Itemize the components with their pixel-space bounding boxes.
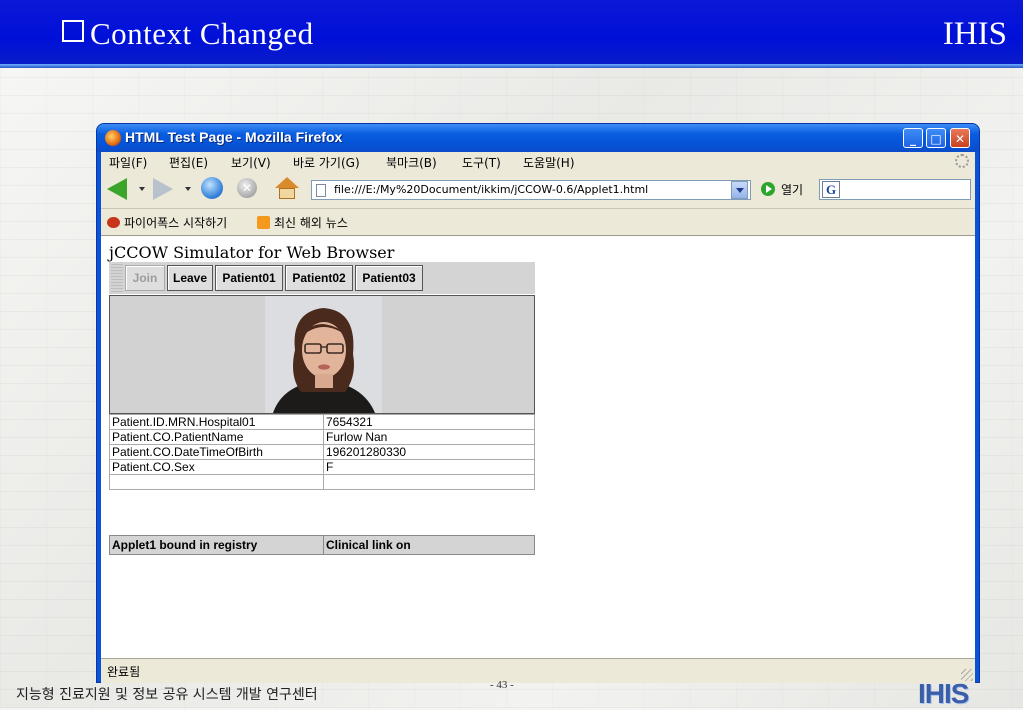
address-text: file:///E:/My%20Document/ikkim/jCCOW-0.6… (334, 183, 649, 196)
context-key: Patient.ID.MRN.Hospital01 (109, 414, 324, 430)
go-icon[interactable] (761, 182, 775, 196)
back-button[interactable] (107, 178, 127, 200)
menu-go[interactable]: 바로 가기(G) (293, 154, 360, 171)
window-title: HTML Test Page - Mozilla Firefox (125, 129, 343, 145)
clinical-link-status: Clinical link on (323, 535, 535, 555)
table-row: Patient.CO.DateTimeOfBirth 196201280330 (109, 444, 535, 460)
browser-window: HTML Test Page - Mozilla Firefox _ □ ✕ 파… (97, 124, 979, 683)
status-bar: 완료됨 (101, 658, 975, 683)
applet-toolbar: Join Leave Patient01 Patient02 Patient03 (109, 262, 535, 294)
slide-header: Context Changed IHIS (0, 0, 1023, 64)
google-search-icon[interactable]: G (822, 181, 840, 198)
context-value (323, 474, 535, 490)
bookmark-label: 최신 해외 뉴스 (274, 216, 348, 230)
back-history-dropdown[interactable] (139, 187, 145, 191)
status-row: Applet1 bound in registry Clinical link … (109, 535, 535, 555)
patient-photo-panel (109, 295, 535, 414)
navigation-toolbar: ✕ file:///E:/My%20Document/ikkim/jCCOW-0… (101, 172, 975, 206)
browser-client: 파일(F) 편집(E) 보기(V) 바로 가기(G) 북마크(B) 도구(T) … (101, 152, 975, 683)
context-key: Patient.CO.Sex (109, 459, 324, 475)
join-button[interactable]: Join (125, 265, 165, 291)
patient-portrait-image (265, 296, 382, 413)
toolbar-grip[interactable] (111, 264, 123, 292)
throbber-icon (955, 154, 969, 168)
home-body-icon (279, 188, 295, 199)
patient03-button[interactable]: Patient03 (355, 265, 423, 291)
page-content: jCCOW Simulator for Web Browser Join Lea… (101, 235, 975, 659)
home-button[interactable] (275, 177, 299, 199)
close-button[interactable]: ✕ (950, 128, 970, 148)
slide-title: Context Changed (62, 16, 314, 52)
firefox-bookmark-icon (107, 217, 120, 228)
bookmark-getting-started[interactable]: 파이어폭스 시작하기 (107, 214, 227, 231)
menu-bar: 파일(F) 편집(E) 보기(V) 바로 가기(G) 북마크(B) 도구(T) … (101, 152, 975, 172)
footer-text: 지능형 진료지원 및 정보 공유 시스템 개발 연구센터 (16, 687, 318, 703)
search-input[interactable]: G (819, 179, 971, 200)
table-row: Patient.ID.MRN.Hospital01 7654321 (109, 414, 535, 430)
stop-button[interactable]: ✕ (237, 178, 257, 198)
registry-status: Applet1 bound in registry (109, 535, 324, 555)
maximize-button[interactable]: □ (926, 128, 946, 148)
footer-logo: IHIS (918, 678, 969, 709)
menu-help[interactable]: 도움말(H) (523, 154, 575, 171)
slide-title-text: Context Changed (90, 16, 314, 51)
forward-history-dropdown[interactable] (185, 187, 191, 191)
patient-photo (265, 296, 382, 413)
rss-icon (257, 216, 270, 229)
bookmark-latest-news[interactable]: 최신 해외 뉴스 (257, 214, 348, 231)
menu-view[interactable]: 보기(V) (231, 154, 271, 171)
bookmark-label: 파이어폭스 시작하기 (124, 216, 228, 230)
context-key: Patient.CO.PatientName (109, 429, 324, 445)
context-key: Patient.CO.DateTimeOfBirth (109, 444, 324, 460)
address-dropdown[interactable] (731, 181, 748, 199)
menu-edit[interactable]: 편집(E) (169, 154, 208, 171)
menu-bookmarks[interactable]: 북마크(B) (386, 154, 437, 171)
reload-button[interactable] (201, 177, 223, 199)
table-row: Patient.CO.Sex F (109, 459, 535, 475)
go-button-label[interactable]: 열기 (781, 181, 803, 198)
page-number: - 43 - (490, 679, 514, 691)
minimize-button[interactable]: _ (903, 128, 923, 148)
checkbox-bullet-icon (62, 20, 84, 42)
page-icon (316, 184, 326, 197)
context-value: Furlow Nan (323, 429, 535, 445)
menu-file[interactable]: 파일(F) (109, 154, 147, 171)
home-roof-icon (275, 177, 299, 188)
applet-status-table: Applet1 bound in registry Clinical link … (109, 535, 535, 555)
leave-button[interactable]: Leave (167, 265, 213, 291)
window-titlebar[interactable]: HTML Test Page - Mozilla Firefox _ □ ✕ (97, 124, 979, 152)
table-row (109, 474, 535, 490)
context-value: 7654321 (323, 414, 535, 430)
context-data-table: Patient.ID.MRN.Hospital01 7654321 Patien… (109, 414, 535, 490)
header-divider (0, 64, 1023, 68)
status-text: 완료됨 (107, 665, 141, 679)
address-bar[interactable]: file:///E:/My%20Document/ikkim/jCCOW-0.6… (311, 180, 751, 200)
forward-button[interactable] (153, 178, 173, 200)
context-key (109, 474, 324, 490)
patient01-button[interactable]: Patient01 (215, 265, 283, 291)
menu-tools[interactable]: 도구(T) (462, 154, 501, 171)
bookmarks-toolbar: 파이어폭스 시작하기 최신 해외 뉴스 (101, 208, 975, 235)
context-value: 196201280330 (323, 444, 535, 460)
patient02-button[interactable]: Patient02 (285, 265, 353, 291)
context-value: F (323, 459, 535, 475)
slide-brand: IHIS (942, 16, 1007, 52)
table-row: Patient.CO.PatientName Furlow Nan (109, 429, 535, 445)
firefox-icon (105, 130, 121, 146)
applet-title: jCCOW Simulator for Web Browser (109, 243, 395, 262)
